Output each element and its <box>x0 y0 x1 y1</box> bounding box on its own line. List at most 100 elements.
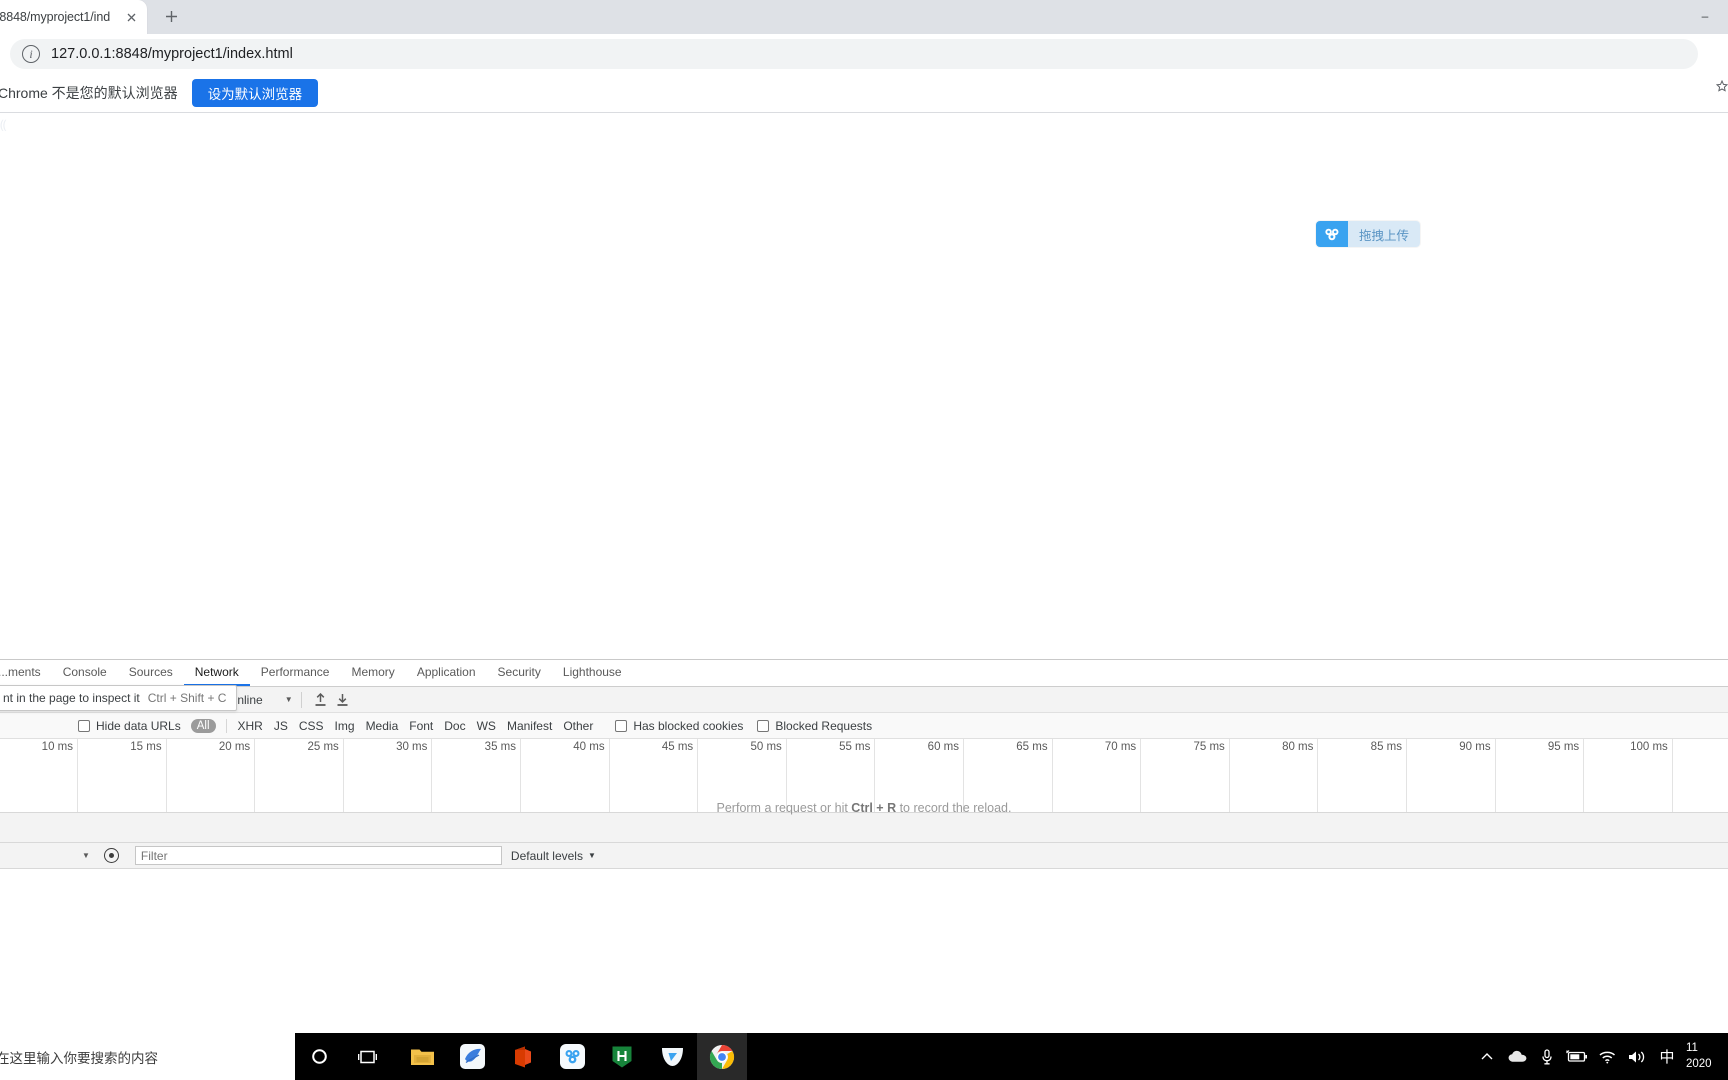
page-stub-text: ⸨ <box>0 117 7 132</box>
set-default-browser-button[interactable]: 设为默认浏览器 <box>191 79 319 107</box>
checkbox-label: Has blocked cookies <box>633 718 744 733</box>
task-view-icon[interactable] <box>343 1033 391 1080</box>
bookmark-star-icon[interactable] <box>1716 80 1728 92</box>
chrome-browser-window: :8848/myproject1/ind – i 127.0.0.1:8848/… <box>0 0 1728 1033</box>
default-browser-infobar: Chrome 不是您的默认浏览器 设为默认浏览器 <box>0 74 1728 113</box>
record-reload-hint: Perform a request or hit Ctrl + R to rec… <box>0 801 1728 815</box>
tab-performance[interactable]: Performance <box>250 660 341 686</box>
filter-type-css[interactable]: CSS <box>299 719 324 733</box>
hint-shortcut: Ctrl + R <box>851 801 897 815</box>
tooltip-text: nt in the page to inspect it <box>3 691 140 705</box>
clock-date: 2020 <box>1686 1057 1712 1070</box>
throttling-dropdown[interactable]: Online ▼ <box>228 693 293 707</box>
network-filter-bar: Hide data URLs All XHR JS CSS Img Media … <box>0 713 1728 739</box>
taskbar-search-placeholder: 在这里输入你要搜索的内容 <box>0 1050 158 1066</box>
window-controls: – <box>1682 0 1728 32</box>
clock[interactable]: 11 2020 <box>1682 1041 1724 1072</box>
microphone-icon[interactable] <box>1532 1033 1562 1080</box>
export-har-icon[interactable] <box>332 690 354 710</box>
tab-console[interactable]: Console <box>52 660 118 686</box>
cortana-icon[interactable] <box>295 1033 343 1080</box>
filter-type-ws[interactable]: WS <box>477 719 496 733</box>
blue-bird-app-icon[interactable] <box>447 1033 497 1080</box>
tab-label: Lighthouse <box>562 665 622 679</box>
hint-prefix: Perform a request or hit <box>716 801 852 815</box>
chevron-down-icon: ▼ <box>284 695 293 704</box>
hint-suffix: to record the reload. <box>896 801 1012 815</box>
tab-label: Application <box>416 665 476 679</box>
checkbox-box[interactable] <box>615 719 628 732</box>
has-blocked-cookies-checkbox[interactable]: Has blocked cookies <box>615 719 743 733</box>
office-icon[interactable] <box>497 1033 547 1080</box>
filter-type-font[interactable]: Font <box>409 719 433 733</box>
address-bar[interactable]: i 127.0.0.1:8848/myproject1/index.html <box>10 39 1698 69</box>
onedrive-cloud-icon[interactable] <box>1502 1033 1532 1080</box>
filter-type-media[interactable]: Media <box>366 719 399 733</box>
divider <box>300 691 302 708</box>
windows-taskbar: 在这里输入你要搜索的内容 中 11 2020 <box>0 1033 1728 1080</box>
baidu-netdisk-icon[interactable] <box>547 1033 597 1080</box>
media-player-icon[interactable] <box>647 1033 697 1080</box>
baidu-netdisk-cloud-icon <box>1316 221 1348 247</box>
tab-elements[interactable]: ...ments <box>0 660 52 686</box>
tab-label: ...ments <box>0 665 41 679</box>
tab-label: Sources <box>128 665 173 679</box>
filter-type-all[interactable]: All <box>190 718 216 733</box>
volume-icon[interactable] <box>1622 1033 1652 1080</box>
console-output-area[interactable] <box>0 869 1728 999</box>
wifi-icon[interactable] <box>1592 1033 1622 1080</box>
file-explorer-icon[interactable] <box>397 1033 447 1080</box>
close-icon[interactable] <box>123 9 139 25</box>
filter-type-img[interactable]: Img <box>335 719 355 733</box>
tab-label: Console <box>62 665 107 679</box>
taskbar-search-box[interactable]: 在这里输入你要搜索的内容 <box>0 1033 295 1080</box>
chevron-down-icon: ▼ <box>587 851 596 860</box>
infobar-message: Chrome 不是您的默认浏览器 <box>0 85 178 101</box>
checkbox-box[interactable] <box>78 719 90 732</box>
chevron-down-icon[interactable]: ▼ <box>82 851 90 860</box>
new-tab-button[interactable] <box>157 2 185 30</box>
battery-icon[interactable] <box>1562 1033 1592 1080</box>
tab-label: Network <box>194 665 239 679</box>
eye-icon[interactable] <box>103 848 119 863</box>
tab-title: :8848/myproject1/ind <box>0 10 111 24</box>
checkbox-label: Hide data URLs <box>96 718 181 733</box>
tab-application[interactable]: Application <box>406 660 487 686</box>
drag-upload-pill[interactable]: 拖拽上传 <box>1316 221 1421 247</box>
tab-network[interactable]: Network <box>183 660 250 686</box>
log-levels-dropdown[interactable]: Default levels ▼ <box>511 849 596 863</box>
info-icon[interactable]: i <box>22 45 40 63</box>
blocked-requests-checkbox[interactable]: Blocked Requests <box>757 719 872 733</box>
browser-tab[interactable]: :8848/myproject1/ind <box>0 0 147 34</box>
console-drawer-toolbar: ▼ Default levels ▼ <box>0 843 1728 869</box>
hide-data-urls-checkbox[interactable]: Hide data URLs <box>78 719 181 733</box>
filter-type-manifest[interactable]: Manifest <box>507 719 552 733</box>
taskbar-app-icons <box>397 1033 747 1080</box>
inspect-element-tooltip: nt in the page to inspect it Ctrl + Shif… <box>0 685 238 711</box>
checkbox-label: Blocked Requests <box>775 718 873 733</box>
tab-label: Security <box>497 665 541 679</box>
filter-type-js[interactable]: JS <box>274 719 288 733</box>
tab-sources[interactable]: Sources <box>118 660 184 686</box>
show-hidden-icons-chevron[interactable] <box>1472 1033 1502 1080</box>
ime-indicator[interactable]: 中 <box>1652 1046 1682 1067</box>
tooltip-shortcut: Ctrl + Shift + C <box>147 691 227 705</box>
filter-type-xhr[interactable]: XHR <box>238 719 263 733</box>
tab-lighthouse[interactable]: Lighthouse <box>552 660 633 686</box>
devtools-tab-bar: ...ments Console Sources Network Perform… <box>0 660 1728 687</box>
checkbox-box[interactable] <box>757 719 770 732</box>
tab-security[interactable]: Security <box>487 660 552 686</box>
chrome-icon[interactable] <box>697 1033 747 1080</box>
import-har-icon[interactable] <box>310 690 332 710</box>
screen: :8848/myproject1/ind – i 127.0.0.1:8848/… <box>0 0 1728 1080</box>
filter-type-other[interactable]: Other <box>563 719 593 733</box>
network-requests-empty-area <box>0 813 1728 843</box>
drag-upload-label: 拖拽上传 <box>1348 221 1421 247</box>
network-overview-timeline[interactable]: 10 ms 15 ms 20 ms 25 ms 30 ms 35 ms 40 ms 45 ms… <box>0 739 1728 815</box>
hbuilder-icon[interactable] <box>597 1033 647 1080</box>
filter-type-doc[interactable]: Doc <box>444 719 465 733</box>
tab-memory[interactable]: Memory <box>340 660 405 686</box>
minimize-button[interactable]: – <box>1682 0 1728 32</box>
divider <box>225 718 227 733</box>
console-filter-input[interactable] <box>134 846 502 865</box>
